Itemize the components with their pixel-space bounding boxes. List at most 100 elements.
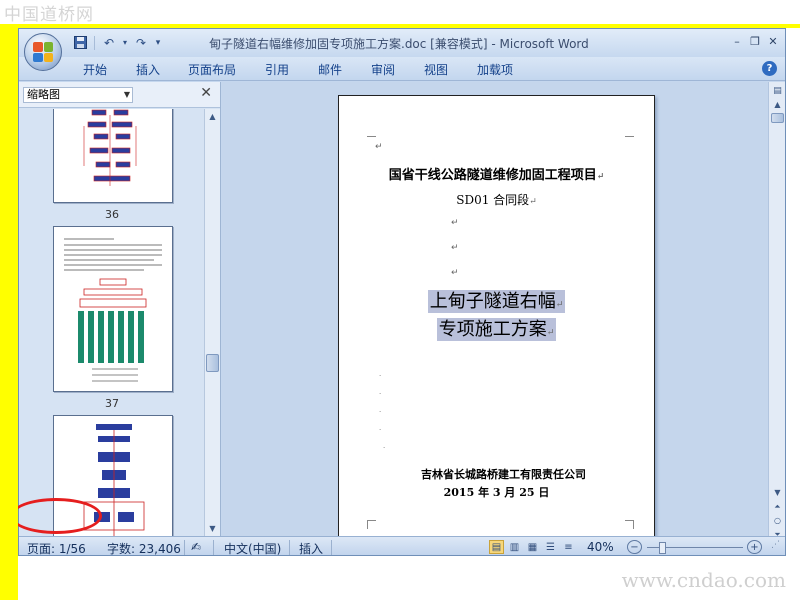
restore-button[interactable]: ❐	[747, 33, 763, 49]
document-date-text: 2015 年 3 月 25 日	[443, 486, 550, 499]
resize-grip-icon[interactable]: ⋰	[771, 540, 780, 550]
scroll-down-icon[interactable]: ▼	[771, 486, 784, 499]
project-name: 国省干线公路隧道维修加固工程项目↵	[339, 164, 654, 183]
paragraph-mark: ↵	[451, 218, 459, 228]
scroll-up-icon[interactable]: ▲	[206, 109, 219, 123]
draft-view-icon[interactable]: ≡	[561, 540, 576, 554]
save-icon[interactable]	[71, 34, 89, 51]
scroll-up-icon[interactable]: ▲	[771, 98, 784, 111]
close-button[interactable]: ✕	[765, 33, 781, 49]
window-title: 甸子隧道右幅维修加固专项施工方案.doc [兼容模式] - Microsoft …	[209, 37, 589, 51]
redo-icon[interactable]: ↷	[132, 34, 150, 51]
margin-corner-mark	[625, 520, 634, 529]
empty-line-mark: .	[383, 442, 386, 450]
thumbnail-scrollbar[interactable]: ▲ ▼	[204, 109, 220, 536]
minimize-button[interactable]: –	[729, 33, 745, 49]
tab-mailings[interactable]: 邮件	[318, 61, 342, 78]
navigation-pane: 缩略图 ▼ ✕ 36 37 ▲ ▼	[19, 82, 221, 536]
status-separator	[331, 540, 332, 555]
margin-corner-mark	[367, 520, 376, 529]
word-count-indicator[interactable]: 字数: 23,406	[107, 540, 181, 555]
document-title-line-2: 专项施工方案↵	[339, 315, 654, 341]
vertical-scrollbar[interactable]: ▤ ▲ ▼ ⏶ ○ ⏷	[768, 82, 785, 539]
tab-review[interactable]: 审阅	[371, 61, 395, 78]
paragraph-mark: ↵	[596, 172, 605, 182]
paragraph-mark: ↵	[451, 243, 459, 253]
paragraph-mark: ↵	[451, 268, 459, 278]
title-highlight: 专项施工方案↵	[436, 318, 557, 341]
status-bar: 页面: 1/56 字数: 23,406 ✍ 中文(中国) 插入 ▤ ▥ ▦ ☰ …	[19, 536, 785, 555]
tab-home[interactable]: 开始	[83, 61, 107, 78]
tab-addins[interactable]: 加载项	[477, 61, 513, 78]
paragraph-mark: ↵	[375, 142, 383, 152]
qat-separator	[94, 35, 95, 50]
empty-line-mark: .	[379, 406, 382, 414]
tab-view[interactable]: 视图	[424, 61, 448, 78]
watermark-bottom: www.cndao.com	[621, 568, 786, 592]
office-button[interactable]	[24, 33, 62, 71]
thumbnail-view-select[interactable]: 缩略图 ▼	[23, 87, 133, 103]
page-content-thumbnail-icon	[64, 238, 162, 382]
scrollbar-thumb[interactable]	[771, 113, 784, 123]
contract-section-text: SD01 合同段	[456, 193, 530, 207]
empty-line-mark: .	[379, 370, 382, 378]
scroll-down-icon[interactable]: ▼	[206, 521, 219, 535]
insert-mode-indicator[interactable]: 插入	[299, 540, 323, 555]
page-thumbnail[interactable]	[53, 109, 173, 203]
zoom-in-icon[interactable]: +	[747, 540, 762, 554]
tab-page-layout[interactable]: 页面布局	[188, 61, 236, 78]
window-controls: – ❐ ✕	[729, 33, 781, 49]
web-layout-icon[interactable]: ▦	[525, 540, 540, 554]
annotation-circle	[10, 498, 102, 534]
thumbnail-list: 36 37	[19, 109, 205, 536]
zoom-slider-thumb[interactable]	[659, 542, 666, 554]
document-date: 2015 年 3 月 25 日	[339, 484, 654, 500]
paragraph-mark: ↵	[546, 328, 555, 338]
paragraph-mark: ↵	[555, 300, 564, 310]
undo-dropdown-icon[interactable]: ▾	[121, 34, 129, 51]
close-icon[interactable]: ✕	[200, 85, 212, 101]
outline-view-icon[interactable]: ☰	[543, 540, 558, 554]
title-highlight: 上甸子隧道右幅↵	[427, 290, 566, 313]
full-screen-reading-icon[interactable]: ▥	[507, 540, 522, 554]
scrollbar-thumb[interactable]	[206, 354, 219, 372]
word-window: ↶ ▾ ↷ ▾ 甸子隧道右幅维修加固专项施工方案.doc [兼容模式] - Mi…	[18, 28, 786, 556]
zoom-level[interactable]: 40%	[587, 540, 614, 554]
ruler-toggle-icon[interactable]: ▤	[771, 84, 784, 97]
previous-page-icon[interactable]: ⏶	[771, 500, 784, 513]
tab-insert[interactable]: 插入	[136, 61, 160, 78]
company-name: 吉林省长城路桥建工有限责任公司	[339, 466, 654, 482]
margin-corner-mark	[625, 128, 634, 137]
document-page[interactable]: ↵ 国省干线公路隧道维修加固工程项目↵ SD01 合同段↵ ↵ ↵ ↵ 上甸子隧…	[338, 95, 655, 536]
status-separator	[289, 540, 290, 555]
print-layout-view-icon[interactable]: ▤	[489, 540, 504, 554]
thumbnail-view-label: 缩略图	[27, 88, 60, 101]
document-title-line-1: 上甸子隧道右幅↵	[339, 287, 654, 313]
zoom-out-icon[interactable]: −	[627, 540, 642, 554]
margin-corner-mark	[367, 128, 376, 137]
tab-references[interactable]: 引用	[265, 61, 289, 78]
empty-line-mark: .	[379, 424, 382, 432]
contract-section: SD01 合同段↵	[339, 191, 654, 208]
help-icon[interactable]: ?	[762, 61, 777, 76]
title-bar: ↶ ▾ ↷ ▾ 甸子隧道右幅维修加固专项施工方案.doc [兼容模式] - Mi…	[19, 29, 785, 57]
watermark-top: 中国道桥网	[4, 5, 94, 25]
document-title-1-text: 上甸子隧道右幅	[429, 291, 556, 312]
nav-pane-header: 缩略图 ▼ ✕	[19, 82, 220, 108]
language-indicator[interactable]: 中文(中国)	[224, 540, 281, 555]
undo-icon[interactable]: ↶	[100, 34, 118, 51]
project-name-text: 国省干线公路隧道维修加固工程项目	[388, 168, 597, 183]
flowchart-thumbnail-icon	[83, 109, 137, 186]
company-name-text: 吉林省长城路桥建工有限责任公司	[421, 468, 586, 481]
paragraph-mark: ↵	[529, 197, 537, 207]
proofing-icon[interactable]: ✍	[191, 540, 201, 554]
document-area: ↵ 国省干线公路隧道维修加固工程项目↵ SD01 合同段↵ ↵ ↵ ↵ 上甸子隧…	[222, 82, 770, 536]
page-count-indicator[interactable]: 页面: 1/56	[27, 540, 86, 555]
customize-qat-icon[interactable]: ▾	[153, 34, 163, 51]
page-thumbnail[interactable]	[53, 226, 173, 392]
thumbnail-page-number: 37	[105, 397, 119, 410]
quick-access-toolbar: ↶ ▾ ↷ ▾	[71, 34, 163, 51]
ribbon-tabs: 开始 插入 页面布局 引用 邮件 审阅 视图 加载项 ?	[19, 57, 785, 81]
status-separator	[213, 540, 214, 555]
select-browse-object-icon[interactable]: ○	[771, 514, 784, 527]
